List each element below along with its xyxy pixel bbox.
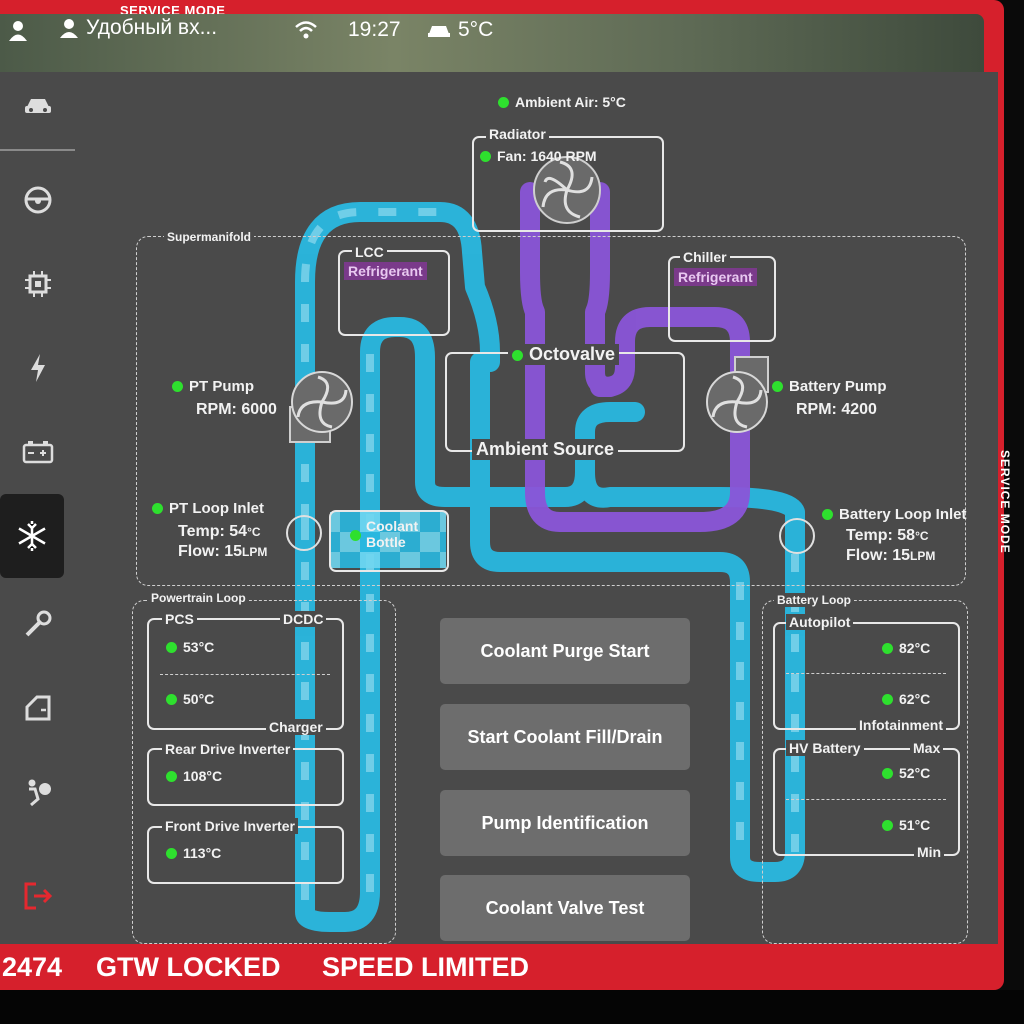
battery-inlet-temp: Temp: 58°C <box>846 527 929 544</box>
start-coolant-fill-drain-button[interactable]: Start Coolant Fill/Drain <box>440 704 690 770</box>
pt-pump-rpm: RPM: 6000 <box>196 401 277 418</box>
outside-temperature: 5°C <box>426 18 493 42</box>
pcs-temp-1: 53°C <box>166 639 214 655</box>
lcc-title: LCC <box>352 244 387 260</box>
pt-inlet-status-dot <box>152 503 163 514</box>
front-inverter-status-dot <box>166 848 177 859</box>
pcs-label: PCS <box>162 611 197 627</box>
autopilot-label: Autopilot <box>786 614 854 630</box>
person-icon <box>60 19 78 38</box>
autopilot-divider <box>786 673 946 674</box>
battery-loop-title: Battery Loop <box>774 593 855 607</box>
radiator-fan-reading: Fan: 1640 RPM <box>480 148 597 164</box>
rear-inverter-temp: 108°C <box>166 768 222 784</box>
battery-pump-status-dot <box>772 381 783 392</box>
pt-loop-inlet-label: PT Loop Inlet <box>152 500 264 517</box>
profile-icon[interactable] <box>8 20 28 42</box>
autopilot-temp: 82°C <box>882 640 930 656</box>
front-inverter-label: Front Drive Inverter <box>162 818 298 834</box>
hv-min-temp: 51°C <box>882 817 930 833</box>
pt-inlet-flow: Flow: 15LPM <box>178 543 268 560</box>
hv-max-label: Max <box>910 740 944 756</box>
ambient-status-dot <box>498 97 509 108</box>
infotainment-temp: 62°C <box>882 691 930 707</box>
powertrain-loop-title: Powertrain Loop <box>148 591 249 605</box>
driver-name: Удобный вх... <box>86 16 218 39</box>
status-bar: Удобный вх... 19:27 5°C <box>0 14 984 72</box>
pcs-status-dot-1 <box>166 642 177 653</box>
hv-battery-divider <box>786 799 946 800</box>
chiller-title: Chiller <box>680 249 730 265</box>
battery-loop-inlet-label: Battery Loop Inlet <box>822 506 967 523</box>
coolant-valve-test-button[interactable]: Coolant Valve Test <box>440 875 690 941</box>
battery-inlet-flow: Flow: 15LPM <box>846 547 936 564</box>
autopilot-status-dot <box>882 643 893 654</box>
pt-pump-status-dot <box>172 381 183 392</box>
coolant-bottle-status-dot <box>350 530 361 541</box>
pump-identification-button[interactable]: Pump Identification <box>440 790 690 856</box>
car-temp-icon <box>428 26 450 37</box>
coolant-purge-start-button[interactable]: Coolant Purge Start <box>440 618 690 684</box>
ambient-source-label: Ambient Source <box>472 439 619 460</box>
battery-pump-rpm: RPM: 4200 <box>796 401 877 418</box>
clock: 19:27 <box>348 18 401 41</box>
pt-inlet-temp: Temp: 54°C <box>178 523 261 540</box>
radiator-title: Radiator <box>486 126 549 142</box>
dcdc-label: DCDC <box>280 611 327 627</box>
radiator-status-dot <box>480 151 491 162</box>
infotainment-status-dot <box>882 694 893 705</box>
service-status-bar: 2474 GTW LOCKED SPEED LIMITED <box>0 952 1000 988</box>
thermal-screen: Ambient Air: 5°C Radiator Fan: 1640 RPM … <box>0 72 998 944</box>
front-inverter-temp: 113°C <box>166 845 221 861</box>
charger-label: Charger <box>266 719 326 735</box>
taskbar <box>0 990 1024 1024</box>
coolant-diagram: Ambient Air: 5°C Radiator Fan: 1640 RPM … <box>0 72 998 944</box>
speed-limited-status: SPEED LIMITED <box>322 952 530 982</box>
octovalve-box <box>445 352 685 452</box>
wifi-icon <box>294 20 318 40</box>
supermanifold-label: Supermanifold <box>164 230 255 244</box>
pt-pump-label: PT Pump <box>172 378 254 395</box>
hv-min-label: Min <box>914 844 945 860</box>
pcs-status-dot-2 <box>166 694 177 705</box>
lcc-refrigerant-tag: Refrigerant <box>344 262 427 280</box>
infotainment-label: Infotainment <box>856 717 946 733</box>
ambient-air-reading: Ambient Air: 5°C <box>498 94 626 110</box>
battery-inlet-status-dot <box>822 509 833 520</box>
rear-inverter-label: Rear Drive Inverter <box>162 741 294 757</box>
coolant-bottle-label: Coolant Bottle <box>346 518 456 550</box>
rear-inverter-status-dot <box>166 771 177 782</box>
hv-max-temp: 52°C <box>882 765 930 781</box>
hv-max-status-dot <box>882 768 893 779</box>
pcs-temp-2: 50°C <box>166 691 214 707</box>
temperature-value: 5°C <box>458 18 494 41</box>
gtw-locked-status: GTW LOCKED <box>96 952 281 982</box>
vehicle-code: 2474 <box>2 952 63 982</box>
chiller-refrigerant-tag: Refrigerant <box>674 268 757 286</box>
hv-min-status-dot <box>882 820 893 831</box>
hv-battery-box <box>773 748 960 856</box>
battery-pump-label: Battery Pump <box>772 378 887 395</box>
hv-battery-label: HV Battery <box>786 740 864 756</box>
octovalve-label: Octovalve <box>508 344 620 365</box>
pcs-divider <box>160 674 330 675</box>
autopilot-box <box>773 622 960 730</box>
octovalve-status-dot <box>512 350 523 361</box>
driver-profile[interactable]: Удобный вх... <box>58 16 217 40</box>
